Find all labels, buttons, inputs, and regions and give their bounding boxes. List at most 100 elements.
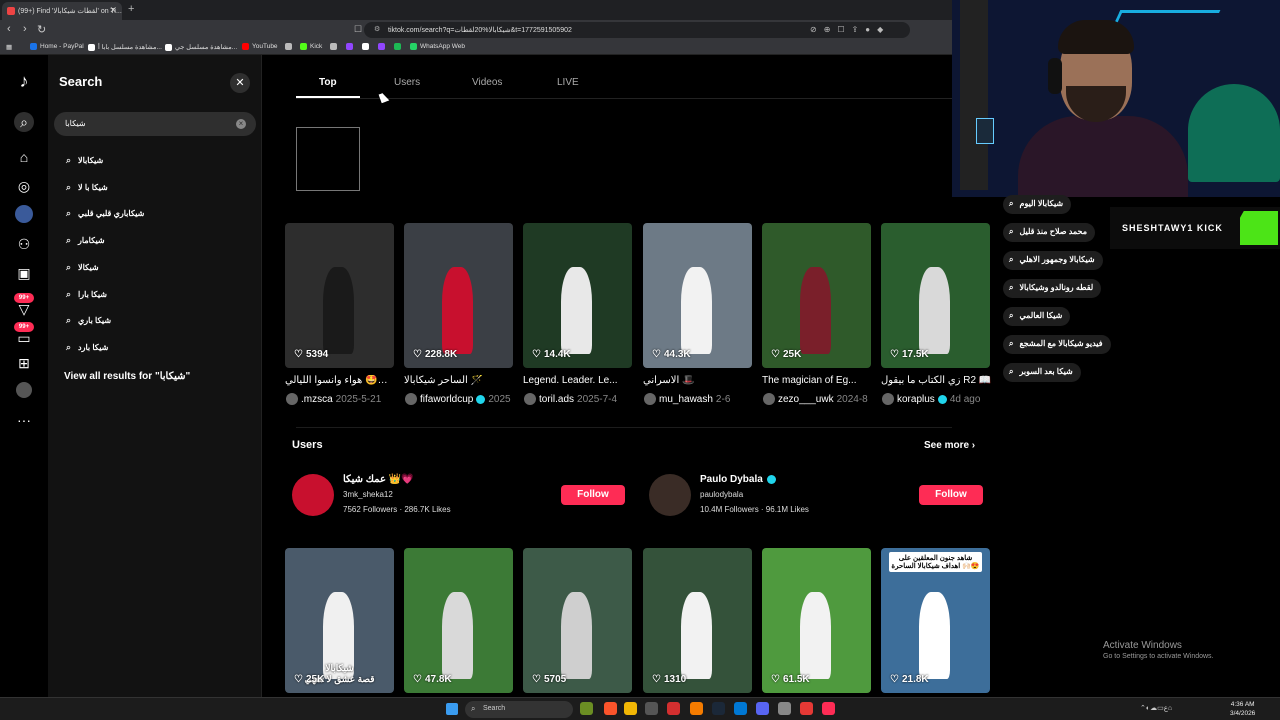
search-suggestion[interactable]: ⌕ شيكا بارد: [66, 342, 108, 353]
video-card[interactable]: ♡ 14.4K: [523, 223, 632, 368]
store-icon[interactable]: [645, 702, 658, 715]
search-suggestion[interactable]: ⌕ شيكا بارا: [66, 289, 107, 300]
tab-top[interactable]: Top: [319, 77, 337, 88]
profile-avatar-icon[interactable]: [16, 382, 32, 398]
heart-icon: ♡: [890, 349, 899, 360]
reload-icon[interactable]: ↻: [37, 23, 46, 36]
video-card[interactable]: ♡ 5394: [285, 223, 394, 368]
search-suggestion[interactable]: ⌕ شيكالا: [66, 262, 99, 273]
search-input[interactable]: شيكابا ×: [54, 112, 256, 136]
bookmark-item[interactable]: YouTube: [242, 43, 278, 50]
bookmark-item[interactable]: [394, 43, 401, 50]
video-caption[interactable]: الساحر شيكابالا 🪄: [404, 375, 516, 386]
widgets-icon[interactable]: [580, 702, 593, 715]
site-info-icon[interactable]: ⚙: [374, 25, 380, 33]
following-avatar-icon[interactable]: [15, 205, 33, 223]
bookmark-item[interactable]: مشاهدة مسلسل جي...: [165, 43, 237, 51]
apps-grid-icon[interactable]: ▦: [6, 43, 12, 51]
view-all-results-link[interactable]: View all results for "شيكابا": [64, 371, 190, 382]
bookmark-item[interactable]: [330, 43, 337, 50]
upload-icon[interactable]: ⊞: [14, 353, 34, 373]
tab-close-icon[interactable]: ✕: [109, 5, 117, 16]
tiktok-logo-icon[interactable]: ♪: [14, 71, 34, 91]
tiktok-taskbar-icon[interactable]: [822, 702, 835, 715]
video-author[interactable]: .mzsca 2025-5-21: [286, 393, 400, 405]
user-avatar[interactable]: [649, 474, 691, 516]
app-icon[interactable]: [690, 702, 703, 715]
close-search-button[interactable]: ✕: [230, 73, 250, 93]
friends-icon[interactable]: ⚇: [14, 234, 34, 254]
follow-button[interactable]: Follow: [561, 485, 625, 505]
video-card[interactable]: شاهد جنون المعلقين على اهداف شيكابالا ال…: [881, 548, 990, 693]
bookmark-item[interactable]: مشاهدة مسلسل بابا أ...: [88, 43, 162, 51]
video-card[interactable]: ♡ 228.8K: [404, 223, 513, 368]
video-card[interactable]: ♡ 5705: [523, 548, 632, 693]
browser-tab[interactable]: (99+) Find 'لقطات شيكابالا' on Ti... ✕: [2, 2, 122, 20]
video-caption[interactable]: الاسراني 🎩: [643, 375, 755, 386]
more-icon[interactable]: ···: [14, 410, 34, 430]
brave-icon[interactable]: [604, 702, 617, 715]
back-icon[interactable]: ‹: [7, 23, 11, 35]
edge-icon[interactable]: [734, 702, 747, 715]
live-icon[interactable]: ▣: [14, 263, 34, 283]
video-card[interactable]: ♡ 44.3K: [643, 223, 752, 368]
app-icon[interactable]: [778, 702, 791, 715]
home-icon[interactable]: ⌂: [14, 147, 34, 167]
tab-users[interactable]: Users: [394, 77, 420, 88]
video-card[interactable]: ♡ 25K: [762, 223, 871, 368]
video-card[interactable]: ♡ 17.5K: [881, 223, 990, 368]
see-more-link[interactable]: See more ›: [924, 440, 975, 451]
search-icon[interactable]: ⌕: [14, 112, 34, 132]
bookmark-item[interactable]: Home - PayPal: [30, 43, 84, 50]
bookmark-item[interactable]: [346, 43, 353, 50]
steam-icon[interactable]: [712, 702, 725, 715]
video-author[interactable]: fifaworldcup 2025: [405, 393, 519, 405]
forward-icon[interactable]: ›: [23, 23, 27, 35]
video-caption[interactable]: Legend. Leader. Le...: [523, 375, 635, 386]
taskbar-clock[interactable]: 4:36 AM 3/4/2026: [1230, 700, 1255, 718]
tab-videos[interactable]: Videos: [472, 77, 502, 88]
bookmark-item[interactable]: [285, 43, 292, 50]
video-author[interactable]: toril.ads 2025-7-4: [524, 393, 638, 405]
video-card[interactable]: شيكابالا قصة عشق لا تنتهي ♡ 25K: [285, 548, 394, 693]
video-caption[interactable]: هواء وانسوا الليالي 🤩🖤🤍: [285, 375, 397, 386]
bookmark-item[interactable]: Kick: [300, 43, 322, 50]
bookmark-item[interactable]: [378, 43, 385, 50]
explore-icon[interactable]: ◎: [14, 176, 34, 196]
messages-icon[interactable]: ▭: [14, 328, 34, 348]
video-card[interactable]: ♡ 61.5K: [762, 548, 871, 693]
video-author[interactable]: zezo___uwk 2024-8: [763, 393, 877, 405]
search-suggestion[interactable]: ⌕ شيكاباري قلبي قلبي: [66, 208, 144, 219]
user-name[interactable]: عمك شيكا 👑💗: [343, 474, 414, 485]
search-suggestion[interactable]: ⌕ شيكا باري: [66, 315, 111, 326]
heart-icon: ♡: [294, 674, 303, 685]
video-author[interactable]: mu_hawash 2-6: [644, 393, 758, 405]
new-tab-button[interactable]: +: [128, 3, 134, 15]
acrobat-icon[interactable]: [800, 702, 813, 715]
video-caption[interactable]: The magician of Eg...: [762, 375, 874, 386]
follow-button[interactable]: Follow: [919, 485, 983, 505]
file-explorer-icon[interactable]: [624, 702, 637, 715]
video-author[interactable]: koraplus 4d ago: [882, 393, 996, 405]
video-card[interactable]: ♡ 1310: [643, 548, 752, 693]
heart-icon: ♡: [652, 349, 661, 360]
windows-start-icon[interactable]: [446, 703, 458, 715]
user-avatar[interactable]: [292, 474, 334, 516]
video-card[interactable]: ♡ 47.8K: [404, 548, 513, 693]
tab-live[interactable]: LIVE: [557, 77, 579, 88]
search-suggestion[interactable]: ⌕ شيكا با لا: [66, 182, 108, 193]
video-caption[interactable]: زي الكتاب ما بيقول R2 📖: [881, 375, 993, 386]
user-name[interactable]: Paulo Dybala: [700, 474, 776, 485]
bookmark-icon[interactable]: ☐: [354, 24, 362, 35]
chrome-icon[interactable]: [667, 702, 680, 715]
activity-icon[interactable]: ▽: [14, 299, 34, 319]
extension-icons[interactable]: ⊘⊕☐⇪●◆: [810, 25, 890, 34]
system-tray-icons[interactable]: ⌃◐☁▭ع⌂: [1140, 704, 1172, 712]
bookmark-item[interactable]: [362, 43, 369, 50]
taskbar-search[interactable]: ⌕ Search: [465, 701, 573, 718]
clear-icon[interactable]: ×: [236, 119, 246, 129]
discord-icon[interactable]: [756, 702, 769, 715]
search-suggestion[interactable]: ⌕ شيكامار: [66, 235, 105, 246]
search-suggestion[interactable]: ⌕ شيكابالا: [66, 155, 103, 166]
bookmark-item[interactable]: WhatsApp Web: [410, 43, 465, 50]
